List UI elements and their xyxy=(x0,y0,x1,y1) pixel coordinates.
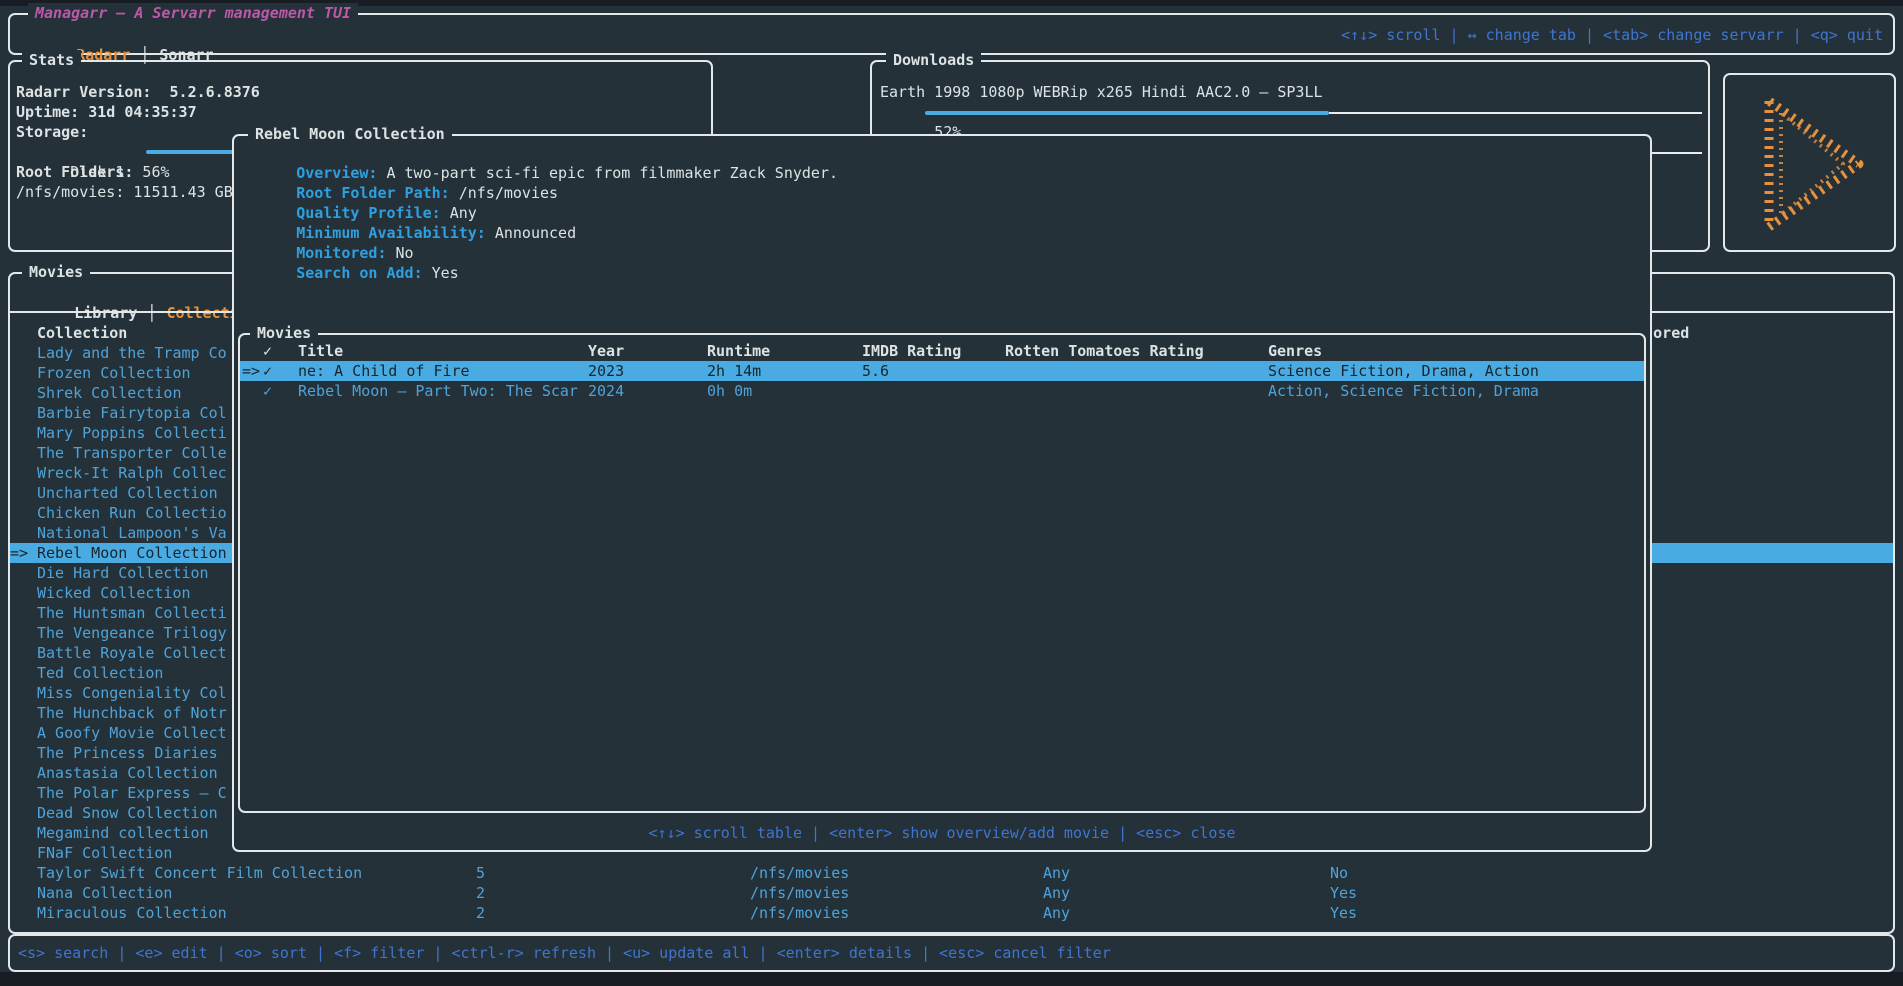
collection-name: The Transporter Colle xyxy=(37,443,227,463)
collection-name: A Goofy Movie Collect xyxy=(37,723,227,743)
modal-movies-title: Movies xyxy=(250,323,318,343)
collection-name: The Vengeance Trilogy xyxy=(37,623,227,643)
bottom-keybinds: <s> search | <e> edit | <o> sort | <f> f… xyxy=(18,943,1111,963)
movie-imdb-rating: 5.6 xyxy=(862,361,889,381)
collection-name: FNaF Collection xyxy=(37,843,172,863)
collection-name: The Princess Diaries xyxy=(37,743,218,763)
selection-marker: => xyxy=(242,361,260,381)
collection-quality-profile: Any xyxy=(1043,903,1070,923)
download-gauge-filled xyxy=(925,111,1329,115)
header-rotten-tomatoes: Rotten Tomatoes Rating xyxy=(1005,341,1204,361)
collection-name: Dead Snow Collection xyxy=(37,803,218,823)
movie-title: Rebel Moon – Part Two: The Scar xyxy=(298,381,578,401)
collection-name: Wicked Collection xyxy=(37,583,191,603)
header-genres: Genres xyxy=(1268,341,1322,361)
header-year: Year xyxy=(588,341,624,361)
collection-name: Wreck-It Ralph Collec xyxy=(37,463,227,483)
movie-year: 2023 xyxy=(588,361,624,381)
bottom-bar: <s> search | <e> edit | <o> sort | <f> f… xyxy=(8,934,1895,972)
modal-title: Rebel Moon Collection xyxy=(248,124,452,144)
movie-genres: Action, Science Fiction, Drama xyxy=(1268,381,1539,401)
collection-name: The Huntsman Collecti xyxy=(37,603,227,623)
logo-panel xyxy=(1723,73,1896,252)
tab-library[interactable]: Library xyxy=(74,304,137,322)
storage-label: Storage: xyxy=(16,122,88,142)
collection-name: Miss Congeniality Col xyxy=(37,683,227,703)
radarr-version: Radarr Version: 5.2.6.8376 xyxy=(16,82,260,102)
top-bar: Managarr – A Servarr management TUI Rada… xyxy=(8,13,1895,55)
collection-name: Ted Collection xyxy=(37,663,163,683)
uptime: Uptime: 31d 04:35:37 xyxy=(16,102,197,122)
download-gauge-rest xyxy=(1329,112,1702,114)
collection-name: Lady and the Tramp Co xyxy=(37,343,227,363)
tab-divider: │ xyxy=(137,304,166,322)
collection-name: Shrek Collection xyxy=(37,383,182,403)
header-title: Title xyxy=(298,341,343,361)
stats-title: Stats xyxy=(22,50,81,70)
movie-genres: Science Fiction, Drama, Action xyxy=(1268,361,1539,381)
movie-year: 2024 xyxy=(588,381,624,401)
collection-row[interactable]: Miraculous Collection 2 /nfs/movies Any … xyxy=(10,903,1893,923)
header-runtime: Runtime xyxy=(707,341,770,361)
collection-name: The Polar Express – C xyxy=(37,783,227,803)
collection-movie-count: 2 xyxy=(476,903,485,923)
managarr-play-icon xyxy=(1725,75,1894,250)
collection-name: Megamind collection xyxy=(37,823,209,843)
collection-name: Miraculous Collection xyxy=(37,903,227,923)
collection-details-modal: Rebel Moon Collection Overview:A two-par… xyxy=(232,134,1652,852)
movie-runtime: 2h 14m xyxy=(707,361,761,381)
movies-table-header: ✓ Title Year Runtime IMDB Rating Rotten … xyxy=(240,341,1644,361)
check-icon: ✓ xyxy=(263,381,272,401)
managarr-terminal: Managarr – A Servarr management TUI Rada… xyxy=(0,0,1903,986)
app-title: Managarr – A Servarr management TUI xyxy=(28,3,358,23)
collection-flag: Yes xyxy=(1330,883,1357,903)
collection-name: Barbie Fairytopia Col xyxy=(37,403,227,423)
collection-row[interactable]: Nana Collection 2 /nfs/movies Any Yes xyxy=(10,883,1893,903)
header-imdb-rating: IMDB Rating xyxy=(862,341,961,361)
collection-row[interactable]: Taylor Swift Concert Film Collection 5 /… xyxy=(10,863,1893,883)
movie-runtime: 0h 0m xyxy=(707,381,752,401)
movies-table-rows: => ✓ ne: A Child of Fire 2023 2h 14m 5.6… xyxy=(240,361,1644,401)
collection-name: Taylor Swift Concert Film Collection xyxy=(37,863,362,883)
collection-flag: Yes xyxy=(1330,903,1357,923)
movies-panel-title: Movies xyxy=(22,262,90,282)
collection-name: Nana Collection xyxy=(37,883,172,903)
downloads-title: Downloads xyxy=(886,50,981,70)
collection-name: Die Hard Collection xyxy=(37,563,209,583)
collection-name: Rebel Moon Collection xyxy=(37,543,227,563)
collection-root-folder: /nfs/movies xyxy=(750,863,849,883)
root-folders-label: Root Folders: xyxy=(16,162,133,182)
header-collection: Collection xyxy=(37,323,127,343)
collection-name: Mary Poppins Collecti xyxy=(37,423,227,443)
collection-name: The Hunchback of Notr xyxy=(37,703,227,723)
top-keybinds: <↑↓> scroll | ↔ change tab | <tab> chang… xyxy=(1341,25,1883,45)
collection-root-folder: /nfs/movies xyxy=(750,883,849,903)
field-search-on-add: Search on Add:Yes xyxy=(242,243,459,303)
movie-row[interactable]: => ✓ ne: A Child of Fire 2023 2h 14m 5.6… xyxy=(240,361,1644,381)
collection-quality-profile: Any xyxy=(1043,863,1070,883)
modal-keybinds: <↑↓> scroll table | <enter> show overvie… xyxy=(234,823,1650,843)
collection-name: Frozen Collection xyxy=(37,363,191,383)
collection-movie-count: 5 xyxy=(476,863,485,883)
collection-name: Chicken Run Collectio xyxy=(37,503,227,523)
movie-row[interactable]: ✓ Rebel Moon – Part Two: The Scar 2024 0… xyxy=(240,381,1644,401)
header-check-icon: ✓ xyxy=(263,341,272,361)
collection-name: National Lampoon's Va xyxy=(37,523,227,543)
check-icon: ✓ xyxy=(263,361,272,381)
collection-movie-count: 2 xyxy=(476,883,485,903)
root-folder-size: /nfs/movies: 11511.43 GB xyxy=(16,182,233,202)
download-progress-row: 52% xyxy=(880,102,1702,122)
collection-quality-profile: Any xyxy=(1043,883,1070,903)
modal-movies-table: Movies ✓ Title Year Runtime IMDB Rating … xyxy=(238,333,1646,813)
collection-name: Battle Royale Collect xyxy=(37,643,227,663)
download-item-name: Earth 1998 1080p WEBRip x265 Hindi AAC2.… xyxy=(880,82,1323,102)
collection-name: Anastasia Collection xyxy=(37,763,218,783)
collection-name: Uncharted Collection xyxy=(37,483,218,503)
selection-marker: => xyxy=(10,543,28,563)
collection-root-folder: /nfs/movies xyxy=(750,903,849,923)
movie-title: ne: A Child of Fire xyxy=(298,361,470,381)
collection-flag: No xyxy=(1330,863,1348,883)
